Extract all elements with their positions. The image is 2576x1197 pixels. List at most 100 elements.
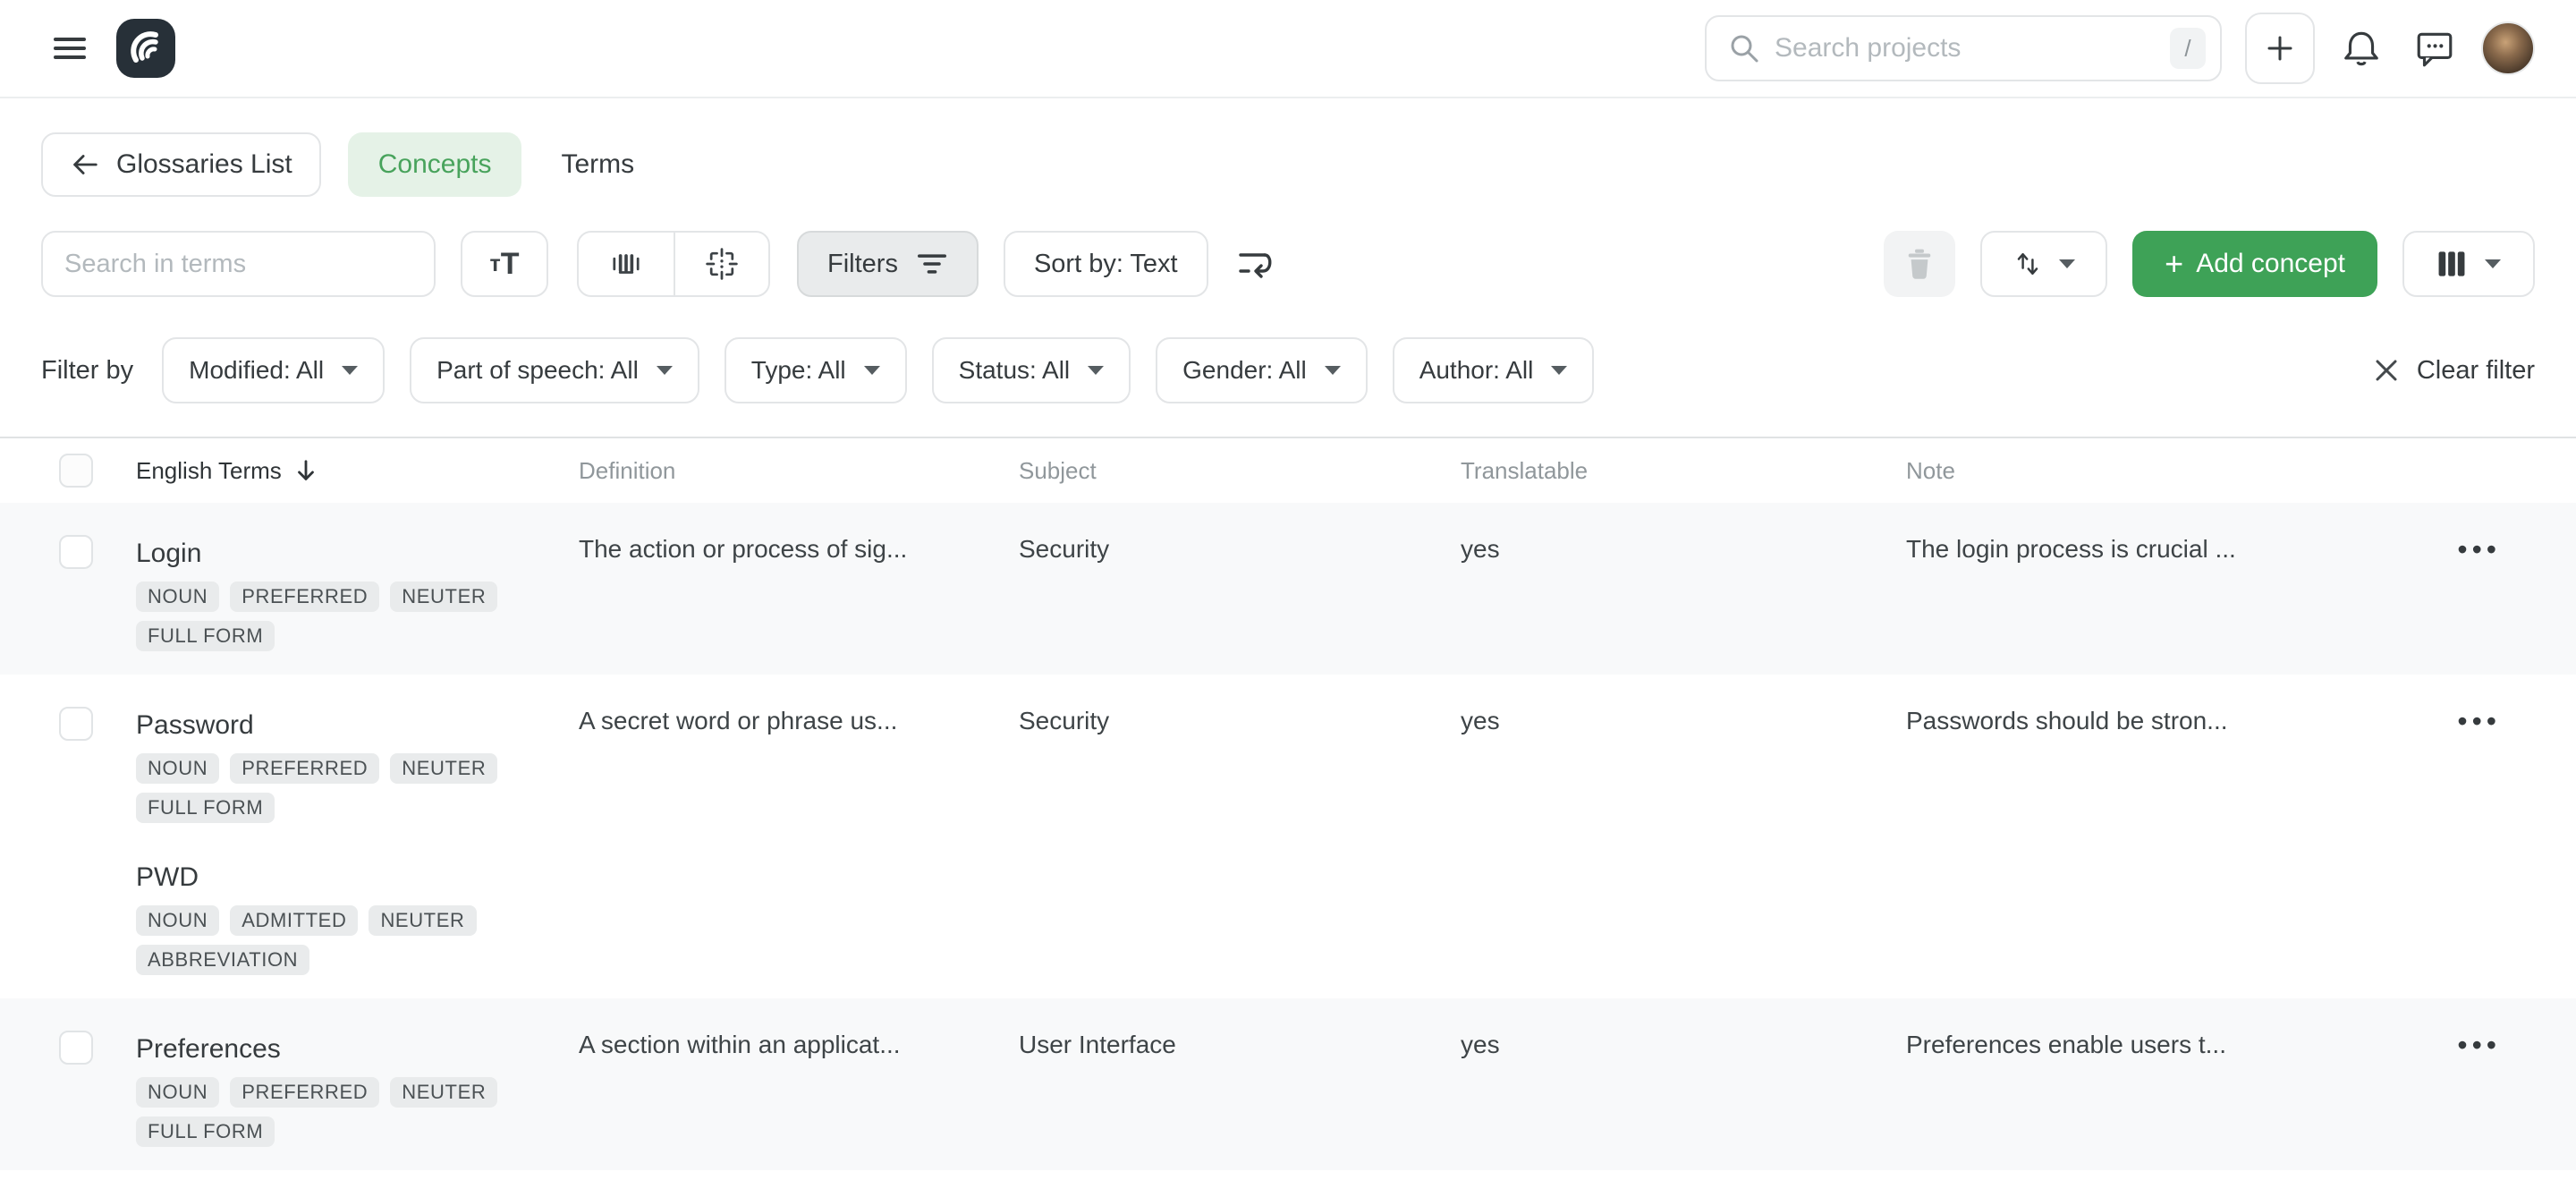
row-menu-button[interactable]: ••• (2457, 1031, 2501, 1059)
chevron-down-icon (1088, 366, 1104, 375)
back-to-glossaries-button[interactable]: Glossaries List (41, 132, 321, 197)
row-checkbox[interactable] (59, 707, 93, 741)
term-name[interactable]: Preferences (136, 1031, 579, 1068)
sort-descending-icon (294, 458, 318, 483)
term-badges: NOUN PREFERRED NEUTER FULL FORM (136, 1077, 521, 1147)
term-name[interactable]: Password (136, 707, 579, 744)
tab-concepts-label: Concepts (378, 149, 492, 180)
filter-chip-label: Status: All (959, 356, 1071, 385)
exact-match-button[interactable] (674, 233, 768, 295)
match-case-button[interactable]: тT (461, 231, 548, 297)
filter-chip-label: Type: All (751, 356, 846, 385)
close-icon (2372, 356, 2401, 385)
search-icon (1728, 32, 1760, 64)
filter-chip[interactable]: Modified: All (162, 337, 385, 403)
term-name[interactable]: PWD (136, 859, 579, 896)
note-cell: The login process is crucial ... (1906, 503, 2343, 587)
sort-arrows-icon (2012, 249, 2043, 279)
clear-filter-label: Clear filter (2417, 356, 2535, 386)
tab-terms[interactable]: Terms (530, 132, 665, 197)
search-terms-box (41, 231, 436, 297)
column-header-definition[interactable]: Definition (579, 457, 1019, 485)
plus-icon: + (2165, 250, 2183, 277)
term-badge: PREFERRED (230, 1077, 379, 1108)
glossary-nav: Glossaries List Concepts Terms (41, 132, 2535, 197)
tab-concepts[interactable]: Concepts (348, 132, 522, 197)
filter-chip-label: Gender: All (1182, 356, 1307, 385)
chat-feedback-icon[interactable] (2408, 21, 2462, 75)
filter-chip[interactable]: Type: All (724, 337, 907, 403)
import-export-dropdown[interactable] (1980, 231, 2107, 297)
filters-button[interactable]: Filters (797, 231, 979, 297)
tab-terms-label: Terms (561, 149, 634, 180)
match-case-icon: т (489, 251, 500, 277)
create-new-button[interactable] (2245, 13, 2315, 84)
delete-selected-button[interactable] (1884, 231, 1955, 297)
filter-bar: Filter by Modified: All Part of speech: … (41, 337, 2535, 403)
filter-icon (916, 250, 948, 278)
app-logo-icon[interactable] (116, 19, 175, 78)
subject-cell: User Interface (1019, 998, 1461, 1082)
translatable-cell: yes (1461, 503, 1906, 587)
search-terms-input[interactable] (64, 250, 412, 279)
term-badge: ABBREVIATION (136, 945, 309, 975)
filter-chip[interactable]: Part of speech: All (410, 337, 699, 403)
translatable-cell: yes (1461, 998, 1906, 1082)
shortcut-hint-badge: / (2170, 28, 2206, 69)
wrap-lines-button[interactable] (1224, 231, 1287, 297)
trash-icon (1903, 247, 1936, 281)
term-badge: NOUN (136, 905, 219, 936)
whole-word-button[interactable] (579, 233, 674, 295)
term-name[interactable]: Login (136, 535, 579, 573)
column-header-translatable[interactable]: Translatable (1461, 457, 1906, 485)
definition-cell: The action or process of sig... (579, 503, 1019, 587)
back-arrow-icon (70, 149, 100, 180)
search-projects-input[interactable] (1775, 33, 2170, 64)
term-badge: FULL FORM (136, 621, 275, 651)
filter-chip[interactable]: Gender: All (1156, 337, 1368, 403)
columns-icon (2436, 248, 2467, 280)
select-all-checkbox[interactable] (59, 454, 93, 488)
add-concept-label: Add concept (2196, 249, 2345, 279)
row-checkbox[interactable] (59, 535, 93, 569)
term-badge: NEUTER (390, 1077, 497, 1108)
term-badges: NOUNPREFERREDNEUTERFULL FORM (136, 582, 521, 651)
terms-toolbar: тT Filters Sort by: Text (41, 231, 2535, 297)
table-header: English Terms Definition Subject Transla… (0, 438, 2576, 503)
top-bar: / (0, 0, 2576, 98)
column-header-english-terms[interactable]: English Terms (136, 457, 579, 485)
concepts-table: English Terms Definition Subject Transla… (0, 437, 2576, 1170)
column-header-note[interactable]: Note (1906, 457, 2343, 485)
add-concept-button[interactable]: + Add concept (2132, 231, 2377, 297)
term-badge: FULL FORM (136, 1116, 275, 1147)
columns-view-dropdown[interactable] (2402, 231, 2535, 297)
sort-by-button[interactable]: Sort by: Text (1004, 231, 1208, 297)
terms-cell: Password NOUNPREFERREDNEUTERFULL FORM PWD N… (136, 675, 579, 998)
back-button-label: Glossaries List (116, 149, 292, 180)
row-checkbox[interactable] (59, 1031, 93, 1065)
menu-icon[interactable] (45, 23, 95, 73)
user-avatar[interactable] (2481, 21, 2535, 75)
terms-cell: Login NOUNPREFERREDNEUTERFULL FORM (136, 503, 579, 675)
term-badge: NOUN (136, 753, 219, 784)
term-badges: NOUNPREFERREDNEUTERFULL FORM (136, 753, 521, 823)
table-row: PreferencesNOUNPREFERREDNEUTERFULL FORM … (0, 998, 2576, 1170)
term-group: PWDNOUNADMITTEDNEUTERABBREVIATION (136, 859, 579, 975)
row-menu-button[interactable]: ••• (2457, 707, 2501, 735)
term-group: Login NOUNPREFERREDNEUTERFULL FORM (136, 535, 579, 651)
column-header-subject[interactable]: Subject (1019, 457, 1461, 485)
filter-chip[interactable]: Status: All (932, 337, 1131, 403)
filter-chip[interactable]: Author: All (1393, 337, 1595, 403)
translatable-cell: yes (1461, 675, 1906, 759)
term-group: Preferences NOUN PREFERRED NEUTER FULL FORM (136, 1031, 579, 1147)
terms-cell: Preferences NOUN PREFERRED NEUTER FULL FORM (136, 998, 579, 1170)
filter-by-label: Filter by (41, 356, 133, 386)
filter-chip-label: Modified: All (189, 356, 324, 385)
notifications-bell-icon[interactable] (2334, 21, 2388, 75)
chevron-down-icon (2485, 259, 2501, 268)
row-menu-button[interactable]: ••• (2457, 535, 2501, 564)
clear-filter-button[interactable]: Clear filter (2372, 356, 2535, 386)
term-badge: NOUN (136, 1077, 219, 1108)
filters-button-label: Filters (827, 250, 898, 279)
match-mode-group (577, 231, 770, 297)
